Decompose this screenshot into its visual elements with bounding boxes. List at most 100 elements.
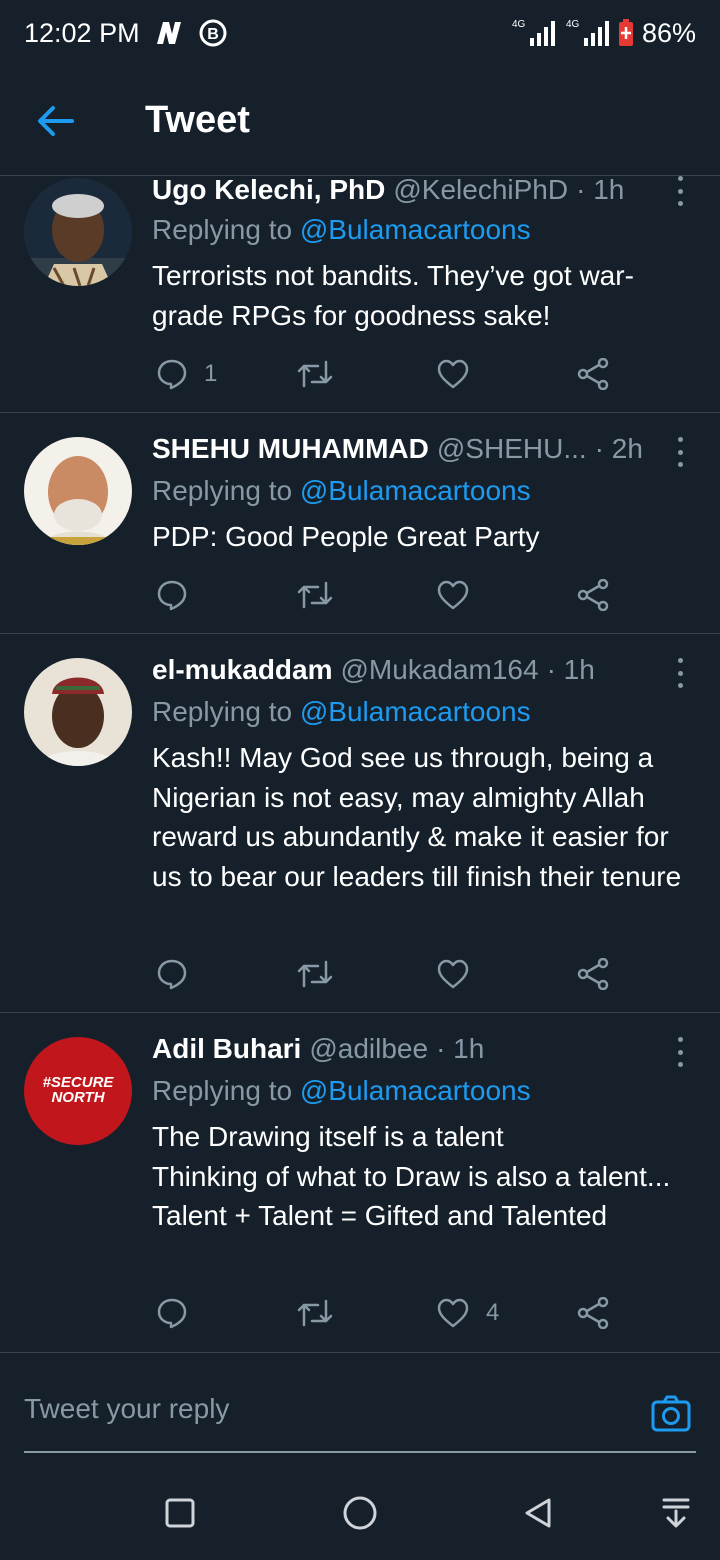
tweet-text: Kash!! May God see us through, being a N…: [152, 742, 682, 892]
home-button[interactable]: [336, 1489, 384, 1537]
reply-count: 1: [204, 360, 218, 387]
tweet-actions: 1: [152, 352, 622, 396]
tweet-text: The Drawing itself is a talent Thinking …: [152, 1121, 671, 1231]
replying-to-handle[interactable]: @Bulamacartoons: [300, 214, 531, 245]
author-name[interactable]: Ugo Kelechi, PhD: [152, 174, 385, 206]
replying-to-label: Replying to: [152, 1075, 300, 1106]
replying-to-handle[interactable]: @Bulamacartoons: [300, 1075, 531, 1106]
avatar-text-2: NORTH: [51, 1089, 105, 1106]
more-options-button[interactable]: [670, 658, 690, 688]
retweet-button[interactable]: [296, 573, 334, 617]
like-button[interactable]: [436, 573, 470, 617]
author-handle[interactable]: @adilbee: [309, 1033, 428, 1065]
retweet-icon: [297, 360, 333, 388]
arrow-left-icon: [38, 105, 74, 136]
heart-icon: [437, 1298, 469, 1328]
coin-b-icon: B: [198, 18, 228, 48]
avatar-text-1: #SECURE: [42, 1074, 114, 1091]
share-icon: [577, 358, 609, 390]
tweet-item[interactable]: #SECURE NORTH Adil Buhari @adilbee · 1h …: [0, 1013, 720, 1353]
tweet-time: · 1h: [436, 1033, 485, 1064]
app-notification-icon: [154, 20, 184, 46]
retweet-icon: [297, 1299, 333, 1327]
circle-icon: [343, 1496, 377, 1530]
page-title: Tweet: [145, 99, 250, 141]
tweet-text: PDP: Good People Great Party: [152, 521, 540, 552]
comment-icon: [157, 359, 187, 390]
tweet-item[interactable]: Ugo Kelechi, PhD @KelechiPhD · 1h Replyi…: [0, 174, 720, 413]
avatar[interactable]: [24, 658, 132, 766]
reply-button[interactable]: [156, 573, 188, 617]
tweet-header: Adil Buhari @adilbee · 1h: [152, 1033, 660, 1065]
heart-icon: [437, 580, 469, 610]
status-bar: 12:02 PM B 4G 4G 86%: [0, 0, 720, 66]
avatar[interactable]: [24, 178, 132, 286]
share-button[interactable]: [576, 1291, 610, 1335]
author-handle[interactable]: @Mukadam164: [341, 654, 539, 686]
camera-icon: [651, 1395, 691, 1432]
author-name[interactable]: SHEHU MUHAMMAD: [152, 433, 429, 465]
replying-to: Replying to @Bulamacartoons: [152, 696, 531, 728]
tweet-time: · 1h: [576, 174, 625, 205]
like-button[interactable]: [436, 352, 470, 396]
back-button[interactable]: [0, 66, 112, 176]
notification-shade-button[interactable]: [652, 1489, 700, 1537]
like-button[interactable]: [436, 952, 470, 996]
tweet-item[interactable]: SHEHU MUHAMMAD @SHEHU... · 2h Replying t…: [0, 413, 720, 634]
comment-icon: [157, 959, 187, 990]
tweet-header: SHEHU MUHAMMAD @SHEHU... · 2h: [152, 433, 660, 465]
reply-button[interactable]: [156, 952, 188, 996]
comment-icon: [157, 1298, 187, 1329]
author-name[interactable]: Adil Buhari: [152, 1033, 301, 1065]
replying-to-label: Replying to: [152, 696, 300, 727]
share-icon: [577, 579, 609, 611]
retweet-button[interactable]: [296, 952, 334, 996]
share-icon: [577, 958, 609, 990]
retweet-button[interactable]: [296, 1291, 334, 1335]
reply-button[interactable]: [156, 1291, 188, 1335]
heart-icon: [437, 959, 469, 989]
battery-icon: [618, 19, 634, 47]
retweet-icon: [297, 960, 333, 988]
like-count: 4: [486, 1299, 500, 1326]
share-button[interactable]: [576, 573, 610, 617]
tweet-actions: [152, 952, 622, 996]
reply-button[interactable]: 1: [156, 352, 217, 396]
tweet-time: · 1h: [546, 654, 595, 685]
replying-to: Replying to @Bulamacartoons: [152, 475, 531, 507]
like-button[interactable]: 4: [436, 1291, 499, 1335]
tweet-item[interactable]: el-mukaddam @Mukadam164 · 1h Replying to…: [0, 634, 720, 1013]
retweet-button[interactable]: [296, 352, 334, 396]
share-button[interactable]: [576, 952, 610, 996]
system-nav-bar: [0, 1465, 720, 1560]
reply-input[interactable]: Tweet your reply: [24, 1393, 229, 1425]
triangle-back-icon: [525, 1498, 551, 1528]
author-handle[interactable]: @KelechiPhD: [393, 174, 568, 206]
signal-icon: 4G: [510, 18, 556, 48]
tweet-actions: 4: [152, 1291, 622, 1335]
svg-text:B: B: [207, 26, 219, 43]
avatar[interactable]: #SECURE NORTH: [24, 1037, 132, 1145]
back-nav-button[interactable]: [514, 1489, 562, 1537]
square-icon: [165, 1498, 195, 1528]
reply-composer: Tweet your reply: [0, 1365, 720, 1465]
network-type-1: 4G: [512, 19, 526, 30]
tweet-actions: [152, 573, 622, 617]
camera-button[interactable]: [650, 1393, 692, 1435]
author-name[interactable]: el-mukaddam: [152, 654, 333, 686]
replying-to-handle[interactable]: @Bulamacartoons: [300, 475, 531, 506]
comment-icon: [157, 580, 187, 611]
replying-to-handle[interactable]: @Bulamacartoons: [300, 696, 531, 727]
app-bar: Tweet: [0, 66, 720, 176]
retweet-icon: [297, 581, 333, 609]
share-button[interactable]: [576, 352, 610, 396]
avatar[interactable]: [24, 437, 132, 545]
more-options-button[interactable]: [670, 437, 690, 467]
input-underline: [24, 1451, 696, 1453]
more-options-button[interactable]: [670, 1037, 690, 1067]
more-options-button[interactable]: [670, 176, 690, 206]
author-handle[interactable]: @SHEHU...: [437, 433, 587, 465]
tweet-time: · 2h: [594, 433, 643, 464]
recents-button[interactable]: [156, 1489, 204, 1537]
replying-to: Replying to @Bulamacartoons: [152, 214, 531, 246]
